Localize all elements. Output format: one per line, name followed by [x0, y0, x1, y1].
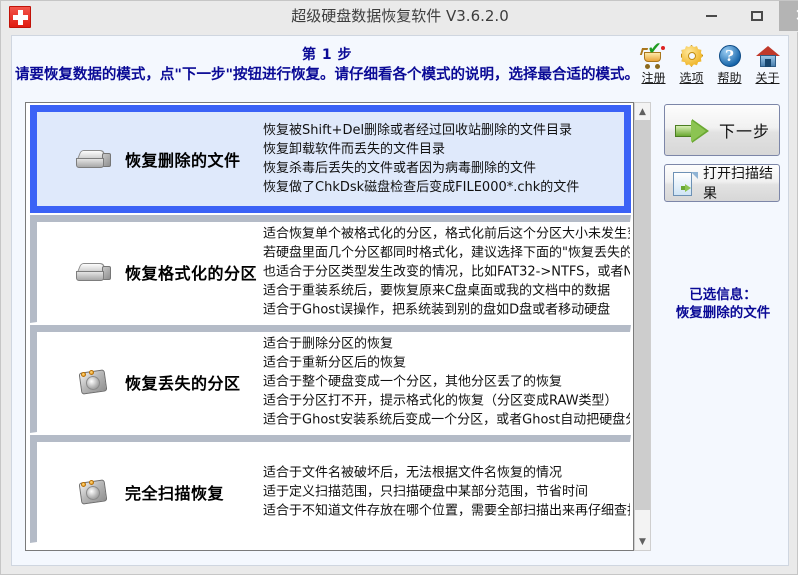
mode-desc-line: 适合于删除分区的恢复 [263, 336, 394, 352]
selected-info-title: 已选信息： [689, 287, 757, 303]
open-scan-result-label: 打开扫描结果 [703, 166, 773, 202]
toolbar-item-about[interactable]: 关于 [750, 42, 785, 94]
mode-title: 恢复格式化的分区 [125, 264, 258, 283]
maximize-button[interactable] [734, 1, 779, 31]
window-title: 超级硬盘数据恢复软件 V3.6.2.0 [291, 7, 509, 25]
toolbar-label-help: 帮助 [717, 71, 742, 85]
disk-drive-icon [75, 256, 113, 288]
mode-desc-line: 适合于分区打不开，提示格式化的恢复（分区变成RAW类型） [263, 393, 618, 409]
green-right-arrow-icon [675, 119, 711, 143]
mode-item-recover-deleted-files[interactable]: 恢复删除的文件 恢复被Shift+Del删除或者经过回收站删除的文件目录 恢复卸… [30, 105, 631, 213]
minimize-button[interactable] [689, 1, 734, 31]
mode-desc-line: 适合于Ghost安装系统后变成一个分区，或者Ghost自动把硬盘分成几个分区 [263, 412, 630, 428]
mode-desc-line: 恢复卸载软件而丢失的文件目录 [263, 142, 446, 157]
minimize-icon [706, 15, 717, 17]
mode-desc-line: 也适合于分区类型发生改变的情况，比如FAT32->NTFS，或者NTFS->FA… [263, 264, 630, 280]
scroll-down-icon[interactable]: ▼ [635, 533, 650, 550]
mode-desc-line: 适合于不知道文件存放在哪个位置，需要全部扫描出来再仔细查找文件 [263, 503, 631, 519]
scrollbar-thumb[interactable] [635, 120, 650, 510]
mode-description: 适合于删除分区的恢复 适合于重新分区后的恢复 适合于整个硬盘变成一个分区，其他分… [263, 335, 630, 430]
mode-description: 适合于文件名被破坏后，无法根据文件名恢复的情况 适于定义扫描范围，只扫描硬盘中某… [263, 464, 631, 521]
mode-desc-line: 恢复做了ChkDsk磁盘检查后变成FILE000*.chk的文件 [263, 180, 580, 195]
maximize-icon [750, 11, 763, 21]
disk-drive-icon [75, 143, 113, 175]
mode-item-full-scan-recovery[interactable]: 完全扫描恢复 适合于文件名被破坏后，无法根据文件名恢复的情况 适于定义扫描范围，… [30, 435, 631, 543]
toolbar-item-register[interactable]: ✔ 注册 [636, 41, 671, 94]
hard-disk-icon [75, 366, 113, 398]
recovery-mode-list: 恢复删除的文件 恢复被Shift+Del删除或者经过回收站删除的文件目录 恢复卸… [25, 102, 634, 551]
mode-desc-line: 适合于Ghost误操作，把系统装到别的盘如D盘或者移动硬盘 [263, 302, 611, 318]
toolbar-item-options[interactable]: 选项 [674, 42, 709, 94]
header-description: 请要恢复数据的模式，点"下一步"按钮进行恢复。请仔细看各个模式的说明，选择最合适… [14, 67, 640, 83]
question-mark-circle-icon: ? [716, 42, 744, 70]
client-area: 第 1 步 请要恢复数据的模式，点"下一步"按钮进行恢复。请仔细看各个模式的说明… [11, 35, 789, 566]
title-bar: 超级硬盘数据恢复软件 V3.6.2.0 ✕ [1, 1, 798, 32]
hard-disk-icon [75, 476, 113, 508]
selected-info-value: 恢复删除的文件 [675, 305, 771, 321]
toolbar-label-about: 关于 [755, 71, 780, 85]
close-icon: ✕ [794, 7, 798, 25]
next-step-button[interactable]: 下一步 [664, 104, 780, 156]
shopping-cart-check-icon: ✔ [639, 41, 668, 70]
selected-info: 已选信息： 恢复删除的文件 [664, 286, 782, 322]
mode-desc-line: 适合恢复单个被格式化的分区，格式化前后这个分区大小未发生变化 [263, 226, 631, 242]
app-window: 超级硬盘数据恢复软件 V3.6.2.0 ✕ 第 1 步 请要恢复数据的模式，点"… [0, 0, 798, 575]
vertical-scrollbar[interactable]: ▲ ▼ [634, 102, 651, 551]
header: 第 1 步 请要恢复数据的模式，点"下一步"按钮进行恢复。请仔细看各个模式的说明… [12, 46, 642, 86]
toolbar-label-register: 注册 [641, 71, 666, 85]
toolbar-item-help[interactable]: ? 帮助 [712, 42, 747, 94]
mode-item-recover-lost-partition[interactable]: 恢复丢失的分区 适合于删除分区的恢复 适合于重新分区后的恢复 适合于整个硬盘变成… [30, 325, 631, 433]
open-scan-result-button[interactable]: 打开扫描结果 [664, 164, 780, 202]
mode-desc-line: 适合于重装系统后，要恢复原来C盘桌面或我的文档中的数据 [263, 283, 611, 299]
mode-title: 完全扫描恢复 [125, 484, 225, 503]
home-icon [754, 42, 782, 70]
open-document-icon [673, 172, 698, 197]
mode-item-recover-formatted-partition[interactable]: 恢复格式化的分区 适合恢复单个被格式化的分区，格式化前后这个分区大小未发生变化 … [30, 215, 631, 323]
toolbar: ✔ 注册 选项 ? 帮助 关于 [636, 41, 786, 94]
scroll-up-icon[interactable]: ▲ [635, 103, 650, 120]
toolbar-label-options: 选项 [679, 71, 704, 85]
mode-title: 恢复删除的文件 [125, 151, 241, 170]
next-step-label: 下一步 [719, 122, 771, 141]
mode-title: 恢复丢失的分区 [125, 374, 241, 393]
mode-description: 恢复被Shift+Del删除或者经过回收站删除的文件目录 恢复卸载软件而丢失的文… [263, 121, 624, 197]
mode-desc-line: 适合于重新分区后的恢复 [263, 355, 407, 371]
gear-icon [678, 42, 706, 70]
mode-desc-line: 适于定义扫描范围，只扫描硬盘中某部分范围，节省时间 [263, 484, 589, 500]
step-label: 第 1 步 [302, 47, 352, 63]
mode-desc-line: 适合于整个硬盘变成一个分区，其他分区丢了的恢复 [263, 374, 563, 390]
mode-desc-line: 若硬盘里面几个分区都同时格式化，建议选择下面的"恢复丢失的分区" [263, 245, 631, 261]
mode-desc-line: 恢复杀毒后丢失的文件或者因为病毒删除的文件 [263, 161, 537, 176]
mode-description: 适合恢复单个被格式化的分区，格式化前后这个分区大小未发生变化 若硬盘里面几个分区… [263, 225, 631, 320]
close-button[interactable]: ✕ [779, 1, 798, 31]
mode-desc-line: 适合于文件名被破坏后，无法根据文件名恢复的情况 [263, 465, 563, 481]
mode-desc-line: 恢复被Shift+Del删除或者经过回收站删除的文件目录 [263, 123, 573, 138]
